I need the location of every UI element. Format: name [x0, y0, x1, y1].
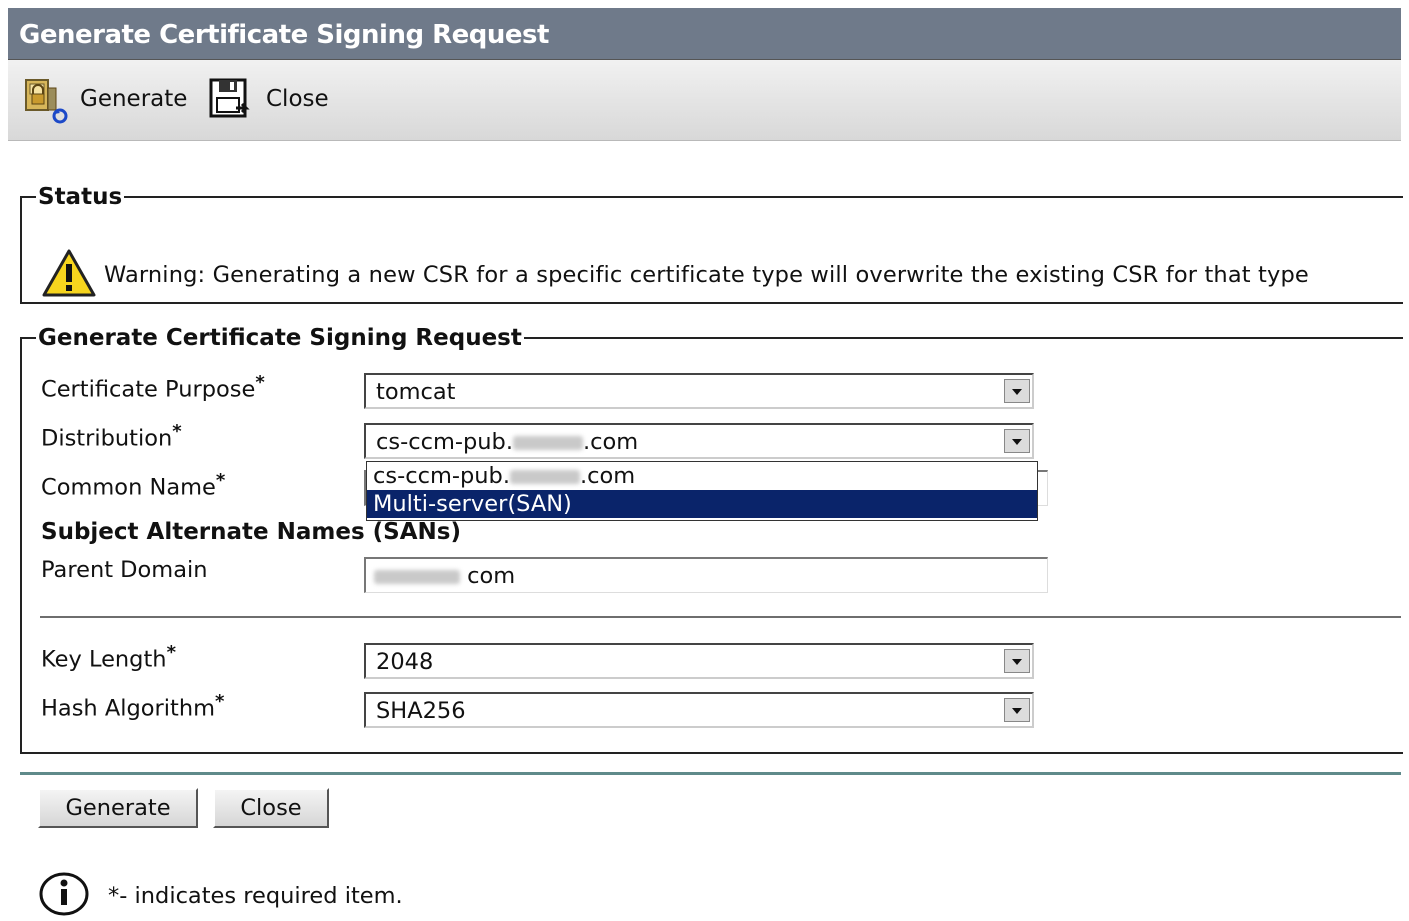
redacted-text	[509, 469, 580, 484]
certificate-purpose-select[interactable]: tomcat	[364, 373, 1034, 409]
redacted-text	[512, 435, 583, 450]
status-warning: Warning: Generating a new CSR for a spec…	[42, 248, 1309, 302]
distribution-option-prefix: cs-ccm-pub.	[373, 463, 510, 489]
required-marker: *	[172, 421, 182, 442]
parent-domain-label: Parent Domain	[41, 557, 208, 583]
key-length-label-text: Key Length	[41, 646, 167, 673]
required-marker: *	[215, 691, 225, 712]
close-button[interactable]: Close	[213, 788, 329, 828]
distribution-dropdown-list: cs-ccm-pub. .com Multi-server(SAN)	[366, 461, 1038, 521]
key-length-select[interactable]: 2048	[364, 643, 1034, 679]
sans-heading: Subject Alternate Names (SANs)	[41, 519, 461, 545]
warning-message: Warning: Generating a new CSR for a spec…	[104, 262, 1309, 288]
toolbar: Generate Close	[8, 60, 1401, 141]
required-marker: *	[166, 642, 176, 663]
certificate-purpose-label: Certificate Purpose*	[41, 372, 265, 403]
parent-domain-input[interactable]: com	[364, 557, 1048, 593]
chevron-down-icon[interactable]	[1004, 649, 1030, 673]
certificate-generate-icon	[20, 74, 70, 124]
distribution-label: Distribution*	[41, 421, 182, 452]
hash-algorithm-label: Hash Algorithm*	[41, 691, 224, 722]
distribution-option-selected[interactable]: Multi-server(SAN)	[367, 490, 1037, 518]
parent-domain-value: com	[374, 563, 515, 589]
page-title: Generate Certificate Signing Request	[19, 20, 549, 50]
section-divider	[40, 616, 1401, 618]
required-note: *- indicates required item.	[38, 871, 403, 921]
distribution-value: cs-ccm-pub. .com	[376, 429, 638, 455]
toolbar-generate-button[interactable]: Generate	[20, 74, 187, 124]
warning-icon	[42, 248, 96, 302]
hash-algorithm-label-text: Hash Algorithm	[41, 695, 216, 722]
key-length-value: 2048	[376, 649, 434, 675]
common-name-label-text: Common Name	[41, 474, 216, 501]
close-floppy-icon	[206, 74, 256, 124]
chevron-down-icon[interactable]	[1004, 379, 1030, 403]
info-icon	[38, 871, 90, 921]
csr-legend: Generate Certificate Signing Request	[38, 325, 522, 351]
chevron-down-icon[interactable]	[1004, 429, 1030, 453]
form-bottom-divider	[20, 772, 1401, 775]
required-note-text: *- indicates required item.	[108, 883, 403, 909]
distribution-option[interactable]: cs-ccm-pub. .com	[367, 462, 1037, 490]
required-marker: *	[255, 372, 265, 393]
toolbar-close-button[interactable]: Close	[206, 74, 329, 124]
key-length-label: Key Length*	[41, 642, 176, 673]
chevron-down-icon[interactable]	[1004, 698, 1030, 722]
hash-algorithm-select[interactable]: SHA256	[364, 692, 1034, 728]
redacted-text	[374, 569, 460, 584]
certificate-purpose-value: tomcat	[376, 379, 456, 405]
distribution-value-prefix: cs-ccm-pub.	[376, 429, 513, 455]
certificate-purpose-label-text: Certificate Purpose	[41, 376, 256, 403]
common-name-label: Common Name*	[41, 470, 225, 501]
distribution-select[interactable]: cs-ccm-pub. .com	[364, 423, 1034, 459]
toolbar-close-label: Close	[266, 86, 329, 112]
distribution-value-suffix: .com	[582, 429, 639, 455]
parent-domain-value-suffix: com	[467, 563, 516, 589]
distribution-option-suffix: .com	[579, 463, 636, 489]
status-section: Status Warning: Generating a new CSR for…	[20, 184, 1403, 304]
generate-button[interactable]: Generate	[38, 788, 198, 828]
hash-algorithm-value: SHA256	[376, 698, 466, 724]
distribution-label-text: Distribution	[41, 425, 173, 452]
required-marker: *	[215, 470, 226, 491]
title-bar: Generate Certificate Signing Request	[8, 8, 1401, 60]
status-legend: Status	[38, 184, 123, 210]
toolbar-generate-label: Generate	[80, 86, 188, 112]
